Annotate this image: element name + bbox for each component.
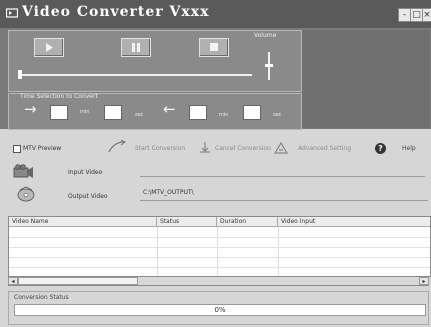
start-sec-input[interactable] [104, 105, 122, 120]
camcorder-icon [13, 164, 33, 178]
end-min-input[interactable] [189, 105, 207, 120]
cancel-conversion-button[interactable]: Cancel Conversion [215, 145, 271, 152]
input-video-field[interactable] [140, 176, 425, 177]
app-title: Video Converter Vxxx [22, 4, 210, 20]
help-icon[interactable]: ? [375, 143, 386, 154]
conversion-status-label: Conversion Status [14, 294, 69, 301]
advanced-setting-button[interactable]: Advanced Setting [298, 145, 351, 152]
play-icon [46, 43, 53, 52]
mtv-preview-checkbox[interactable] [13, 145, 21, 153]
end-sec-input[interactable] [243, 105, 261, 120]
column-header-video-input[interactable]: Video Input [278, 217, 430, 227]
table-row[interactable] [9, 237, 430, 238]
end-min-label: min [219, 112, 229, 118]
table-row[interactable] [9, 257, 430, 258]
start-conversion-icon[interactable] [108, 140, 126, 154]
output-video-label: Output Video [68, 193, 108, 200]
stop-icon [210, 43, 218, 51]
scrollbar-thumb[interactable] [18, 277, 138, 285]
end-time-arrow-icon: ← [163, 100, 176, 118]
volume-thumb[interactable] [265, 64, 273, 67]
preview-panel [302, 30, 430, 128]
video-table: Video Name Status Duration Video Input [8, 216, 431, 277]
column-header-video-name[interactable]: Video Name [9, 217, 157, 227]
pause-button[interactable] [121, 38, 151, 57]
pause-icon [132, 43, 140, 52]
help-button[interactable]: Help [402, 145, 416, 152]
film-icon [6, 8, 18, 18]
scroll-right-button[interactable]: ▸ [419, 277, 429, 285]
volume-label: Volume [254, 32, 277, 39]
mtv-preview-label: MTV Preview [23, 145, 62, 152]
input-video-label: Input Video [68, 169, 103, 176]
start-min-input[interactable] [50, 105, 68, 120]
output-video-field[interactable]: C:\MTV_OUTPUT\ [140, 186, 428, 201]
start-conversion-button[interactable]: Start Conversion [135, 145, 185, 152]
column-header-duration[interactable]: Duration [217, 217, 278, 227]
column-divider [217, 227, 218, 276]
column-divider [157, 227, 158, 276]
conversion-progress-text: 0% [214, 306, 226, 314]
column-divider [278, 227, 279, 276]
close-button[interactable]: × [422, 8, 431, 22]
disc-icon [17, 186, 35, 202]
column-header-status[interactable]: Status [157, 217, 217, 227]
stop-button[interactable] [199, 38, 229, 57]
cancel-conversion-icon[interactable] [198, 141, 212, 154]
time-selection-label: Time Selection to Convert [20, 93, 98, 100]
start-time-arrow-icon: → [24, 100, 37, 118]
play-button[interactable] [34, 38, 64, 57]
scroll-left-button[interactable]: ◂ [8, 277, 18, 285]
seek-bar[interactable] [20, 74, 252, 76]
start-min-label: min [80, 109, 90, 115]
advanced-setting-icon[interactable] [274, 141, 288, 154]
end-sec-label: sec [273, 112, 282, 118]
start-sec-label: sec [135, 112, 144, 118]
table-row[interactable] [9, 247, 430, 248]
table-row[interactable] [9, 267, 430, 268]
seek-thumb[interactable] [18, 70, 22, 79]
